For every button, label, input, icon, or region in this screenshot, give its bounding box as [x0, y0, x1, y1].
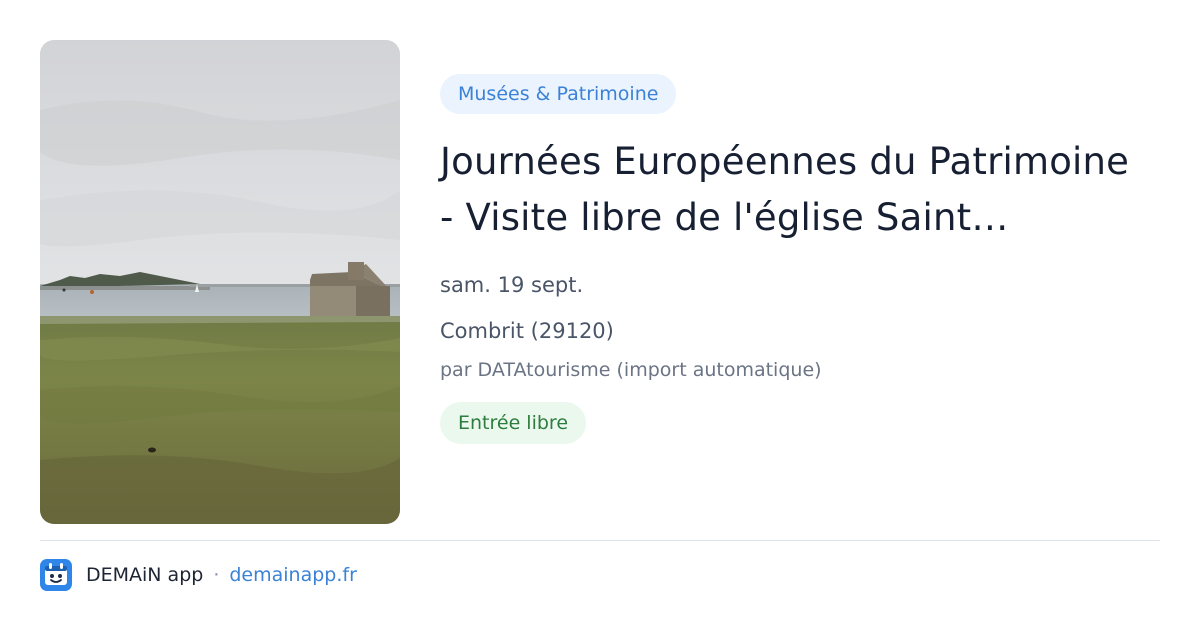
- price-badge: Entrée libre: [440, 402, 587, 444]
- category-badge[interactable]: Musées & Patrimoine: [440, 74, 677, 114]
- event-date: sam. 19 sept.: [440, 273, 584, 297]
- event-location: Combrit (29120): [440, 319, 614, 343]
- event-photo: [40, 40, 400, 524]
- event-source: par DATAtourisme (import automatique): [440, 359, 822, 381]
- footer-separator: ·: [213, 564, 220, 586]
- event-share-card: Musées & Patrimoine Journées Européennes…: [0, 0, 1200, 630]
- demain-app-logo-icon: [40, 559, 72, 591]
- app-name: DEMAiN app: [86, 564, 204, 586]
- app-domain-link[interactable]: demainapp.fr: [229, 564, 357, 586]
- footer-divider: [40, 540, 1160, 541]
- event-details: Musées & Patrimoine Journées Européennes…: [440, 74, 1160, 444]
- app-footer: DEMAiN app · demainapp.fr: [40, 558, 357, 592]
- event-title[interactable]: Journées Européennes du Patrimoine - Vis…: [440, 134, 1140, 246]
